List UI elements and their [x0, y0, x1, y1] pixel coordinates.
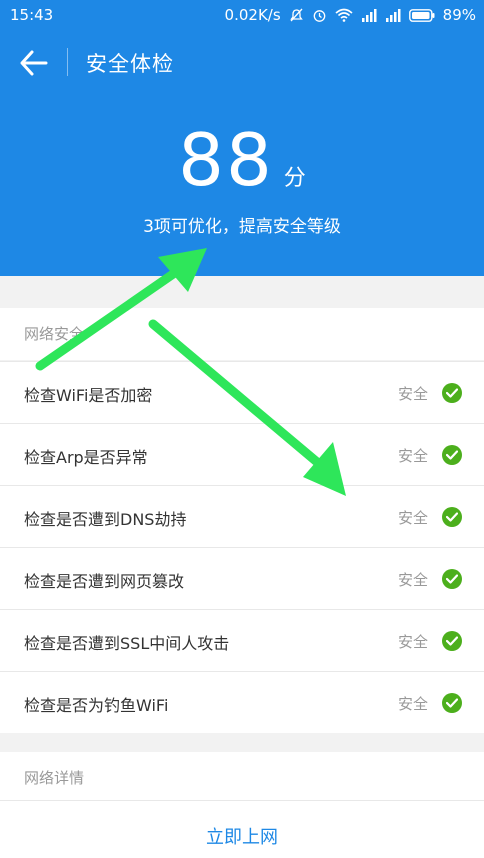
appbar-divider — [67, 48, 68, 76]
battery-icon — [408, 8, 435, 22]
check-label: 检查Arp是否异常 — [24, 448, 148, 467]
network-speed: 0.02K/s — [224, 6, 281, 24]
status-right: 0.02K/s 89% — [225, 6, 476, 24]
section-network-details: 网络详情 — [0, 752, 484, 804]
header-panel: 15:43 0.02K/s 89% 安全体检 88 分 3项可优化，提高安全等级 — [0, 0, 484, 276]
check-circle-icon — [442, 383, 462, 403]
check-row[interactable]: 检查是否遭到SSL中间人攻击 安全 — [0, 609, 484, 671]
check-status: 安全 — [397, 695, 428, 713]
check-row[interactable]: 检查Arp是否异常 安全 — [0, 423, 484, 485]
check-circle-icon — [442, 631, 462, 651]
check-status: 安全 — [397, 385, 428, 403]
section-network-security: 网络安全 — [0, 308, 484, 360]
check-row[interactable]: 检查WiFi是否加密 安全 — [0, 361, 484, 423]
bottom-bar: 立即上网 — [0, 800, 484, 858]
check-status: 安全 — [397, 509, 428, 527]
app-bar: 安全体检 — [0, 36, 484, 90]
go-online-button[interactable]: 立即上网 — [206, 823, 278, 849]
security-score: 88 分 — [0, 118, 484, 202]
check-label: 检查是否为钓鱼WiFi — [24, 696, 169, 715]
score-subtitle: 3项可优化，提高安全等级 — [143, 217, 341, 237]
back-arrow-icon[interactable] — [18, 48, 50, 78]
status-time: 15:43 — [10, 6, 54, 24]
check-list: 检查WiFi是否加密 安全 检查Arp是否异常 安全 检查是否遭到DNS劫持 安… — [0, 361, 484, 733]
page-title: 安全体检 — [86, 52, 174, 76]
check-circle-icon — [442, 445, 462, 465]
check-circle-icon — [442, 507, 462, 527]
status-bar: 15:43 0.02K/s 89% — [0, 0, 484, 30]
check-status: 安全 — [397, 447, 428, 465]
signal-icon-2 — [385, 8, 401, 22]
score-value: 88 — [178, 118, 274, 202]
check-circle-icon — [442, 569, 462, 589]
check-row[interactable]: 检查是否遭到网页篡改 安全 — [0, 547, 484, 609]
check-label: 检查是否遭到SSL中间人攻击 — [24, 634, 230, 653]
check-circle-icon — [442, 693, 462, 713]
alarm-icon — [312, 8, 327, 23]
check-label: 检查WiFi是否加密 — [24, 386, 153, 405]
signal-icon-1 — [361, 8, 377, 22]
check-label: 检查是否遭到网页篡改 — [24, 572, 185, 591]
check-label: 检查是否遭到DNS劫持 — [24, 510, 187, 529]
check-status: 安全 — [397, 571, 428, 589]
score-unit: 分 — [283, 166, 306, 191]
check-row[interactable]: 检查是否遭到DNS劫持 安全 — [0, 485, 484, 547]
mute-icon — [289, 8, 304, 23]
battery-percent: 89% — [442, 6, 476, 24]
check-status: 安全 — [397, 633, 428, 651]
wifi-icon — [335, 8, 353, 22]
check-row[interactable]: 检查是否为钓鱼WiFi 安全 — [0, 671, 484, 733]
